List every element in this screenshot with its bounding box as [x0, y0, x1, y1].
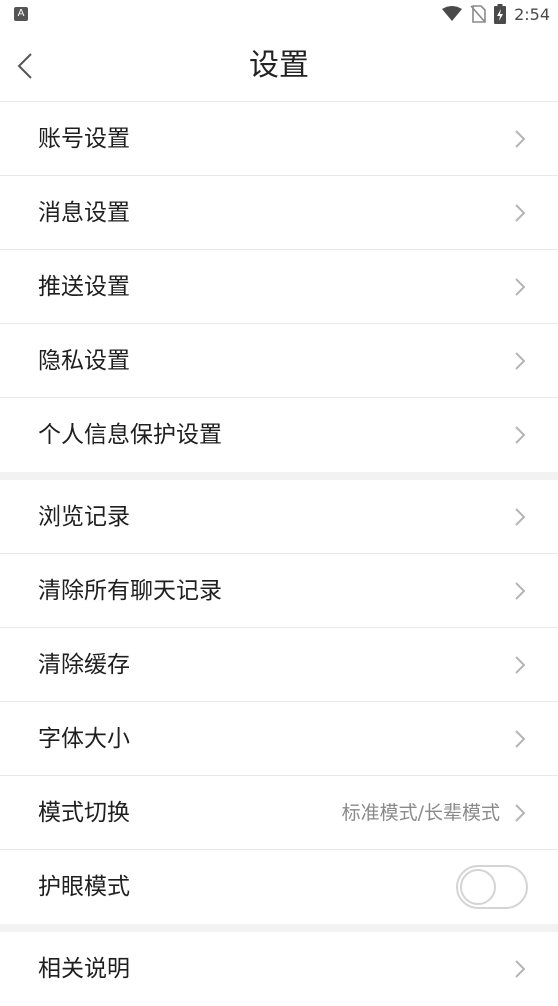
- list-item-label: 相关说明: [38, 956, 130, 982]
- chevron-right-icon: [515, 278, 526, 296]
- group-separator: [0, 924, 558, 932]
- chevron-right-icon: [515, 204, 526, 222]
- list-item-label: 清除所有聊天记录: [38, 578, 222, 604]
- privacy-settings-item[interactable]: 隐私设置: [0, 324, 558, 398]
- chevron-right-icon: [515, 130, 526, 148]
- toggle-knob: [460, 869, 496, 905]
- eye-protection-item: 护眼模式: [0, 850, 558, 924]
- personal-info-protection-item[interactable]: 个人信息保护设置: [0, 398, 558, 472]
- chevron-right-icon: [515, 656, 526, 674]
- related-info-item[interactable]: 相关说明: [0, 932, 558, 1006]
- list-item-label: 推送设置: [38, 274, 130, 300]
- status-bar: A 2:54: [0, 0, 558, 30]
- app-notification-icon: A: [14, 7, 28, 21]
- header: 设置: [0, 30, 558, 102]
- list-item-label: 清除缓存: [38, 652, 130, 678]
- page-title: 设置: [249, 48, 309, 83]
- account-settings-item[interactable]: 账号设置: [0, 102, 558, 176]
- list-item-label: 账号设置: [38, 126, 130, 152]
- clear-chat-history-item[interactable]: 清除所有聊天记录: [0, 554, 558, 628]
- chevron-right-icon: [515, 426, 526, 444]
- mode-switch-item[interactable]: 模式切换 标准模式/长辈模式: [0, 776, 558, 850]
- wifi-icon: [442, 6, 463, 21]
- list-item-label: 隐私设置: [38, 348, 130, 374]
- list-item-label: 模式切换: [38, 800, 130, 826]
- chevron-right-icon: [515, 508, 526, 526]
- chevron-right-icon: [515, 582, 526, 600]
- settings-group-account: 账号设置 消息设置 推送设置 隐私设置 个人信息保护设置 浏览记录 清除所有聊天…: [0, 102, 558, 1006]
- mode-switch-value: 标准模式/长辈模式: [341, 802, 500, 824]
- chevron-right-icon: [515, 352, 526, 370]
- clear-cache-item[interactable]: 清除缓存: [0, 628, 558, 702]
- push-settings-item[interactable]: 推送设置: [0, 250, 558, 324]
- chevron-right-icon: [515, 960, 526, 978]
- status-icons: 2:54: [442, 3, 550, 25]
- no-sim-icon: [470, 5, 486, 23]
- message-settings-item[interactable]: 消息设置: [0, 176, 558, 250]
- battery-charging-icon: [494, 4, 507, 24]
- list-item-label: 浏览记录: [38, 504, 130, 530]
- font-size-item[interactable]: 字体大小: [0, 702, 558, 776]
- group-separator: [0, 472, 558, 480]
- chevron-right-icon: [515, 730, 526, 748]
- eye-protection-toggle[interactable]: [456, 865, 528, 909]
- chevron-right-icon: [515, 804, 526, 822]
- list-item-label: 护眼模式: [38, 874, 130, 900]
- browsing-history-item[interactable]: 浏览记录: [0, 480, 558, 554]
- list-item-label: 个人信息保护设置: [38, 422, 222, 448]
- status-time: 2:54: [514, 4, 550, 24]
- list-item-label: 消息设置: [38, 200, 130, 226]
- list-item-label: 字体大小: [38, 726, 130, 752]
